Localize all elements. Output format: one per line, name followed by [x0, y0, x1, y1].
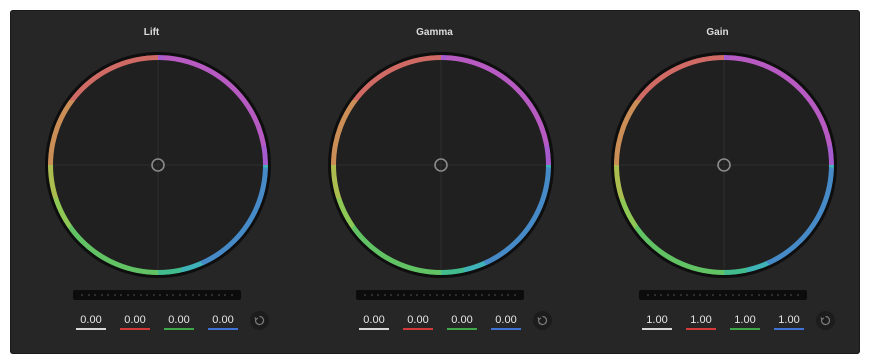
reset-icon	[820, 315, 831, 326]
lift-master-slider[interactable]	[73, 290, 241, 300]
lift-g-value[interactable]: 0.00	[164, 314, 194, 330]
gamma-g-value[interactable]: 0.00	[447, 314, 477, 330]
gain-reset-button[interactable]	[816, 311, 835, 330]
lift-color-wheel[interactable]	[43, 50, 273, 280]
gain-master-slider[interactable]	[639, 290, 807, 300]
gamma-title: Gamma	[416, 27, 453, 38]
gain-r-value[interactable]: 1.00	[686, 314, 716, 330]
lift-y-value[interactable]: 0.00	[76, 314, 106, 330]
gain-y-value[interactable]: 1.00	[642, 314, 672, 330]
gamma-color-wheel[interactable]	[326, 50, 556, 280]
gamma-b-value[interactable]: 0.00	[491, 314, 521, 330]
lift-b-value[interactable]: 0.00	[208, 314, 238, 330]
gain-g-value[interactable]: 1.00	[730, 314, 760, 330]
color-wheels-panel: Lift 0.00 0.00 0.00 0.00 Gamma 0.00 0.00…	[10, 10, 860, 354]
gamma-reset-button[interactable]	[533, 311, 552, 330]
reset-icon	[254, 315, 265, 326]
gamma-y-value[interactable]: 0.00	[359, 314, 389, 330]
reset-icon	[537, 315, 548, 326]
lift-wheel-group: Lift 0.00 0.00 0.00 0.00	[10, 10, 293, 354]
gamma-master-slider[interactable]	[356, 290, 524, 300]
lift-reset-button[interactable]	[250, 311, 269, 330]
gain-title: Gain	[706, 27, 729, 38]
gamma-wheel-group: Gamma 0.00 0.00 0.00 0.00	[293, 10, 576, 354]
lift-r-value[interactable]: 0.00	[120, 314, 150, 330]
gain-b-value[interactable]: 1.00	[774, 314, 804, 330]
gamma-r-value[interactable]: 0.00	[403, 314, 433, 330]
lift-title: Lift	[143, 27, 160, 38]
gain-color-wheel[interactable]	[609, 50, 839, 280]
gain-wheel-group: Gain 1.00 1.00 1.00 1.00	[576, 10, 859, 354]
